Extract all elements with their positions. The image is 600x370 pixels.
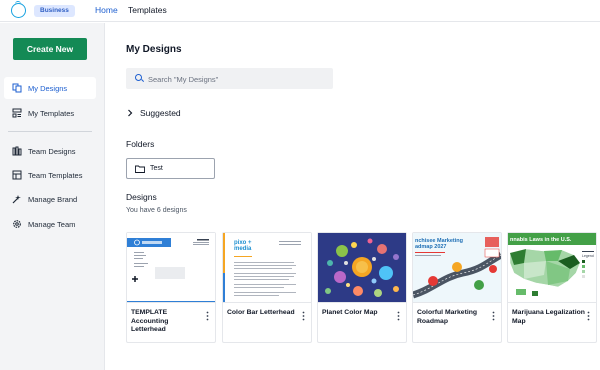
designs-icon (12, 83, 22, 93)
more-options-icon[interactable] (302, 311, 305, 321)
design-thumbnail[interactable]: nchisee Marketing admap 2027 (413, 233, 501, 303)
sidebar: Create New My Designs My Templates Team … (0, 23, 105, 370)
templates-icon (12, 108, 22, 118)
designs-heading: Designs (126, 192, 157, 202)
folders-heading: Folders (126, 139, 155, 149)
design-card[interactable]: pixo + media Color Bar Letterhead (222, 232, 312, 343)
design-title: Marijuana Legalization Map (512, 309, 585, 325)
design-card[interactable]: nnabis Laws in the U.S. Legend Marijuana… (507, 232, 597, 343)
sidebar-item-manage-team[interactable]: Manage Team (4, 213, 96, 235)
more-options-icon[interactable] (397, 311, 400, 321)
search-input[interactable]: Search "My Designs" (126, 68, 333, 89)
team-designs-icon (12, 146, 22, 156)
design-title: Colorful Marketing Roadmap (417, 309, 478, 325)
sidebar-item-manage-brand[interactable]: Manage Brand (4, 188, 96, 210)
top-bar: Business Home Templates (0, 0, 600, 22)
design-card[interactable]: TEMPLATE Accounting Letterhead (126, 232, 216, 343)
legalization-map-art: nnabis Laws in the U.S. Legend (508, 233, 596, 302)
suggested-toggle[interactable]: Suggested (140, 108, 181, 118)
create-new-button[interactable]: Create New (13, 38, 87, 60)
search-icon (135, 74, 142, 81)
main-content: My Designs Search "My Designs" Suggested… (106, 23, 600, 370)
chevron-right-icon[interactable] (126, 109, 134, 117)
folder-name: Test (150, 165, 163, 172)
brand-icon (12, 195, 21, 204)
folder-icon (135, 165, 145, 173)
design-card[interactable]: Planet Color Map (317, 232, 407, 343)
sidebar-item-label: Manage Team (28, 220, 76, 229)
more-options-icon[interactable] (206, 311, 209, 321)
color-bar-letterhead-art: pixo + media (223, 233, 311, 302)
svg-text:media: media (234, 246, 252, 252)
design-title: Planet Color Map (322, 309, 378, 316)
sidebar-item-label: My Templates (28, 109, 75, 118)
sidebar-item-my-templates[interactable]: My Templates (4, 102, 96, 124)
gear-icon (13, 220, 21, 228)
plan-badge: Business (34, 5, 75, 17)
logo-icon[interactable] (11, 1, 26, 18)
nav-home[interactable]: Home (95, 5, 118, 15)
page-title: My Designs (126, 44, 182, 55)
sidebar-item-team-designs[interactable]: Team Designs (4, 140, 96, 162)
nav-templates[interactable]: Templates (128, 5, 167, 15)
team-templates-icon (12, 170, 22, 180)
sidebar-item-label: Team Templates (28, 171, 83, 180)
marketing-roadmap-art: nchisee Marketing admap 2027 (413, 233, 501, 302)
folder-item[interactable]: Test (126, 158, 215, 179)
letterhead-thumbnail-art (127, 233, 215, 302)
sidebar-divider (8, 131, 92, 132)
design-title: TEMPLATE Accounting Letterhead (131, 309, 169, 333)
more-options-icon[interactable] (492, 311, 495, 321)
svg-text:Legend: Legend (582, 254, 594, 258)
design-thumbnail[interactable]: nnabis Laws in the U.S. Legend (508, 233, 596, 303)
design-thumbnail[interactable] (318, 233, 406, 303)
search-placeholder: Search "My Designs" (148, 75, 219, 84)
planet-color-map-art (318, 233, 406, 302)
design-title: Color Bar Letterhead (227, 309, 295, 316)
svg-text:admap 2027: admap 2027 (415, 244, 447, 250)
sidebar-item-my-designs[interactable]: My Designs (4, 77, 96, 99)
design-thumbnail[interactable] (127, 233, 215, 303)
sidebar-item-label: Manage Brand (28, 195, 78, 204)
design-card[interactable]: nchisee Marketing admap 2027 Colorful Ma… (412, 232, 502, 343)
svg-text:nnabis Laws in the U.S.: nnabis Laws in the U.S. (510, 237, 572, 243)
design-thumbnail[interactable]: pixo + media (223, 233, 311, 303)
sidebar-item-label: My Designs (28, 84, 68, 93)
sidebar-item-team-templates[interactable]: Team Templates (4, 164, 96, 186)
designs-count: You have 6 designs (126, 207, 187, 214)
sidebar-item-label: Team Designs (28, 147, 76, 156)
more-options-icon[interactable] (587, 311, 590, 321)
